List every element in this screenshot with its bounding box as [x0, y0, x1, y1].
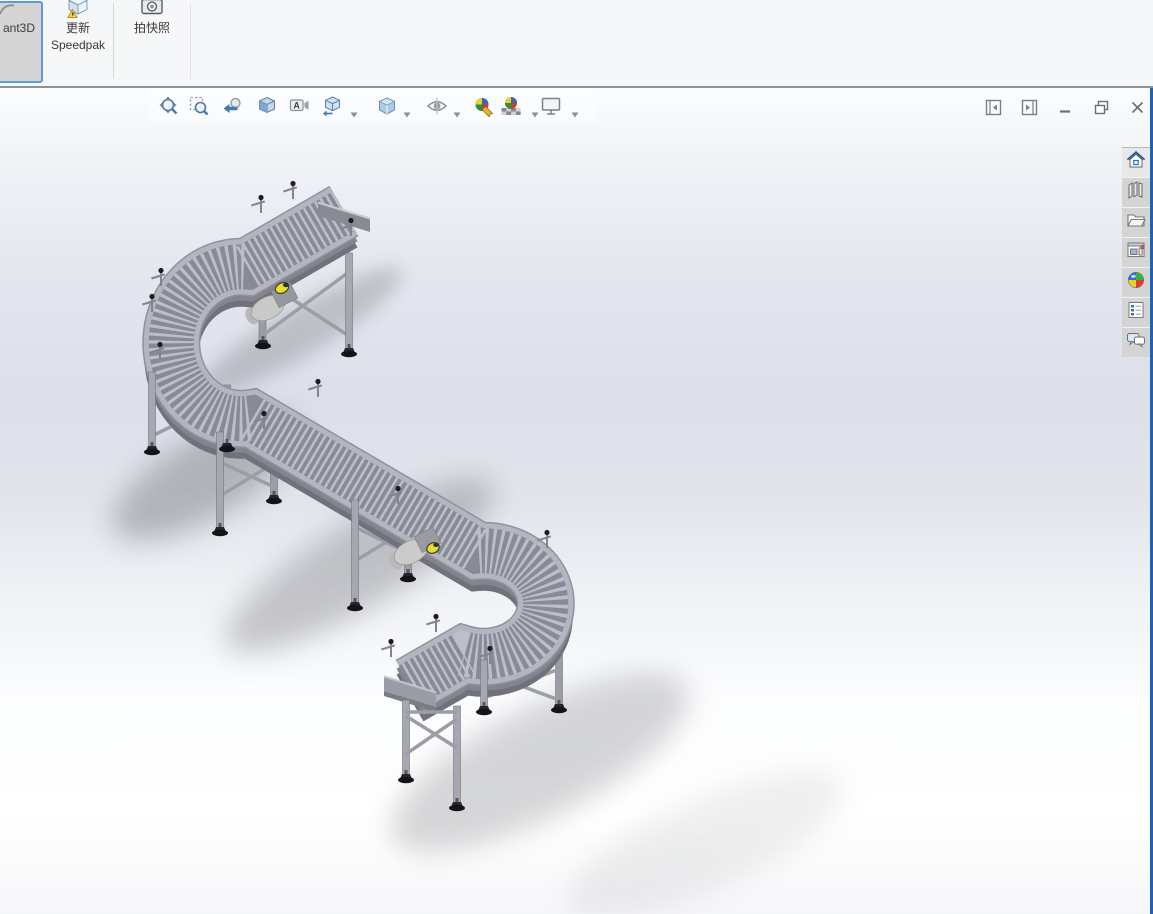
taskpane-tab-custom-properties[interactable] — [1122, 298, 1150, 327]
minimize-button[interactable] — [1057, 99, 1074, 116]
apply-scene-dropdown-caret[interactable] — [531, 105, 539, 118]
close-button[interactable] — [1129, 99, 1146, 116]
view-orientation-dropdown-caret[interactable] — [350, 105, 358, 118]
pane-next-button[interactable] — [1021, 99, 1038, 116]
speedpak-label-line2: Speedpak — [50, 38, 106, 52]
command-manager: ant3D 更新 Speedpak 拍快照 — [0, 0, 1153, 88]
view-orientation-icon[interactable] — [321, 95, 343, 117]
custom-properties-icon — [1126, 300, 1146, 325]
solidworks-resources-icon — [1126, 150, 1146, 175]
edit-appearance-icon[interactable] — [473, 95, 495, 118]
solidworks-window: ant3D 更新 Speedpak 拍快照 A — [0, 0, 1153, 914]
pane-previous-button[interactable] — [985, 99, 1002, 116]
svg-text:A: A — [293, 100, 300, 110]
view-settings-dropdown-caret[interactable] — [571, 105, 579, 118]
document-window-controls — [985, 96, 1146, 118]
taskpane-tab-view-palette[interactable] — [1122, 238, 1150, 267]
taskpane-tab-appearances-scenes[interactable] — [1122, 268, 1150, 297]
speedpak-icon — [65, 0, 91, 20]
view-settings-icon[interactable] — [540, 95, 562, 117]
hide-show-items-icon[interactable] — [426, 95, 448, 117]
toolbar-separator — [113, 3, 114, 79]
snapshot-camera-icon — [140, 0, 164, 20]
zoom-to-area-icon[interactable] — [188, 95, 210, 117]
display-style-icon[interactable] — [376, 95, 398, 117]
design-library-icon — [1126, 180, 1146, 205]
instant3d-icon — [0, 3, 15, 20]
section-view-icon[interactable] — [256, 95, 278, 117]
view-palette-icon — [1126, 240, 1146, 265]
taskpane-tab-solidworks-resources[interactable] — [1122, 148, 1150, 177]
heads-up-view-toolbar: A — [150, 92, 598, 122]
instant3d-button[interactable]: ant3D — [0, 1, 43, 83]
instant3d-label: ant3D — [3, 21, 36, 35]
toolbar-separator — [190, 3, 191, 79]
taskpane-tab-file-explorer[interactable] — [1122, 208, 1150, 237]
file-explorer-icon — [1126, 210, 1146, 235]
snapshot-label: 拍快照 — [133, 21, 170, 35]
hide-show-items-dropdown-caret[interactable] — [453, 105, 461, 118]
annotation-view-icon[interactable]: A — [288, 95, 310, 117]
speedpak-label-line1: 更新 — [65, 21, 90, 35]
solidworks-forum-icon — [1126, 330, 1146, 355]
display-style-dropdown-caret[interactable] — [403, 105, 411, 118]
apply-scene-icon[interactable] — [500, 95, 522, 117]
restore-button[interactable] — [1093, 99, 1110, 116]
viewport-3d[interactable] — [0, 0, 1153, 914]
previous-view-icon[interactable] — [221, 95, 243, 117]
zoom-to-fit-icon[interactable] — [158, 95, 180, 117]
task-pane — [1122, 147, 1150, 357]
update-speedpak-button[interactable]: 更新 Speedpak — [44, 0, 112, 80]
take-snapshot-button[interactable]: 拍快照 — [116, 0, 188, 80]
appearances-scenes-icon — [1126, 270, 1146, 295]
taskpane-tab-solidworks-forum[interactable] — [1122, 328, 1150, 357]
taskpane-tab-design-library[interactable] — [1122, 178, 1150, 207]
